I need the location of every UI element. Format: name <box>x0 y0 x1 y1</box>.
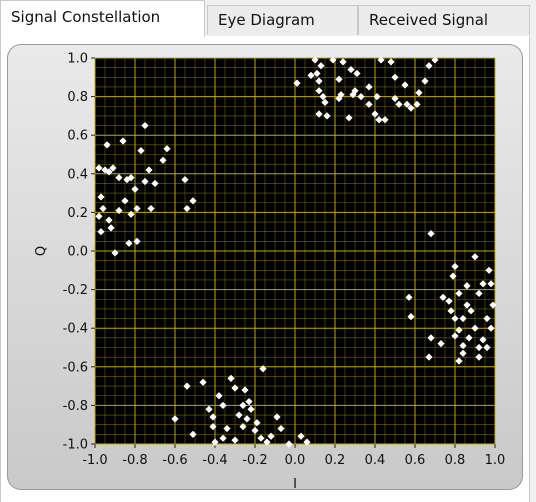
grid <box>94 57 496 445</box>
y-tick-label: 0.8 <box>67 90 88 105</box>
x-tick-label: 0.0 <box>285 453 306 468</box>
y-tick-label: 0.4 <box>67 167 88 182</box>
x-tick-label: -0.2 <box>242 453 267 468</box>
x-tick-label: -0.6 <box>162 453 187 468</box>
y-tick-label: 0.6 <box>67 129 88 144</box>
y-axis-label: Q <box>34 246 49 256</box>
x-tick-label: -1.0 <box>82 453 107 468</box>
y-tick-label: 1.0 <box>67 52 88 67</box>
x-tick-label: -0.4 <box>202 453 227 468</box>
x-tick-labels: -1.0 -0.8 -0.6 -0.4 -0.2 0.0 0.2 0.4 0.6 0.8 1.0 <box>82 444 505 468</box>
x-tick-label: -0.8 <box>122 453 147 468</box>
y-tick-label: -0.4 <box>63 322 88 337</box>
x-axis-label: I <box>293 477 297 492</box>
y-tick-label: -1.0 <box>63 438 88 453</box>
x-tick-label: 0.8 <box>445 453 466 468</box>
x-tick-label: 0.6 <box>405 453 426 468</box>
y-tick-label: -0.2 <box>63 283 88 298</box>
x-tick-label: 0.4 <box>365 453 386 468</box>
y-tick-label: -0.8 <box>63 399 88 414</box>
x-tick-label: 1.0 <box>485 453 506 468</box>
window: Eye Diagram Received Signal Signal Const… <box>0 0 536 502</box>
y-tick-label: 0.2 <box>67 206 88 221</box>
constellation-chart: -1.0 -0.8 -0.6 -0.4 -0.2 0.0 0.2 0.4 0.6 0.8 1.0 1… <box>34 52 505 493</box>
y-tick-labels: 1.0 0.8 0.6 0.4 0.2 0.0 -0.2 -0.4 -0.6 -0.8 -1.0 <box>63 52 95 453</box>
y-tick-label: -0.6 <box>63 360 88 375</box>
tab-signal-constellation[interactable]: Signal Constellation <box>0 0 205 37</box>
x-tick-label: 0.2 <box>325 453 346 468</box>
y-tick-label: 0.0 <box>67 245 88 260</box>
